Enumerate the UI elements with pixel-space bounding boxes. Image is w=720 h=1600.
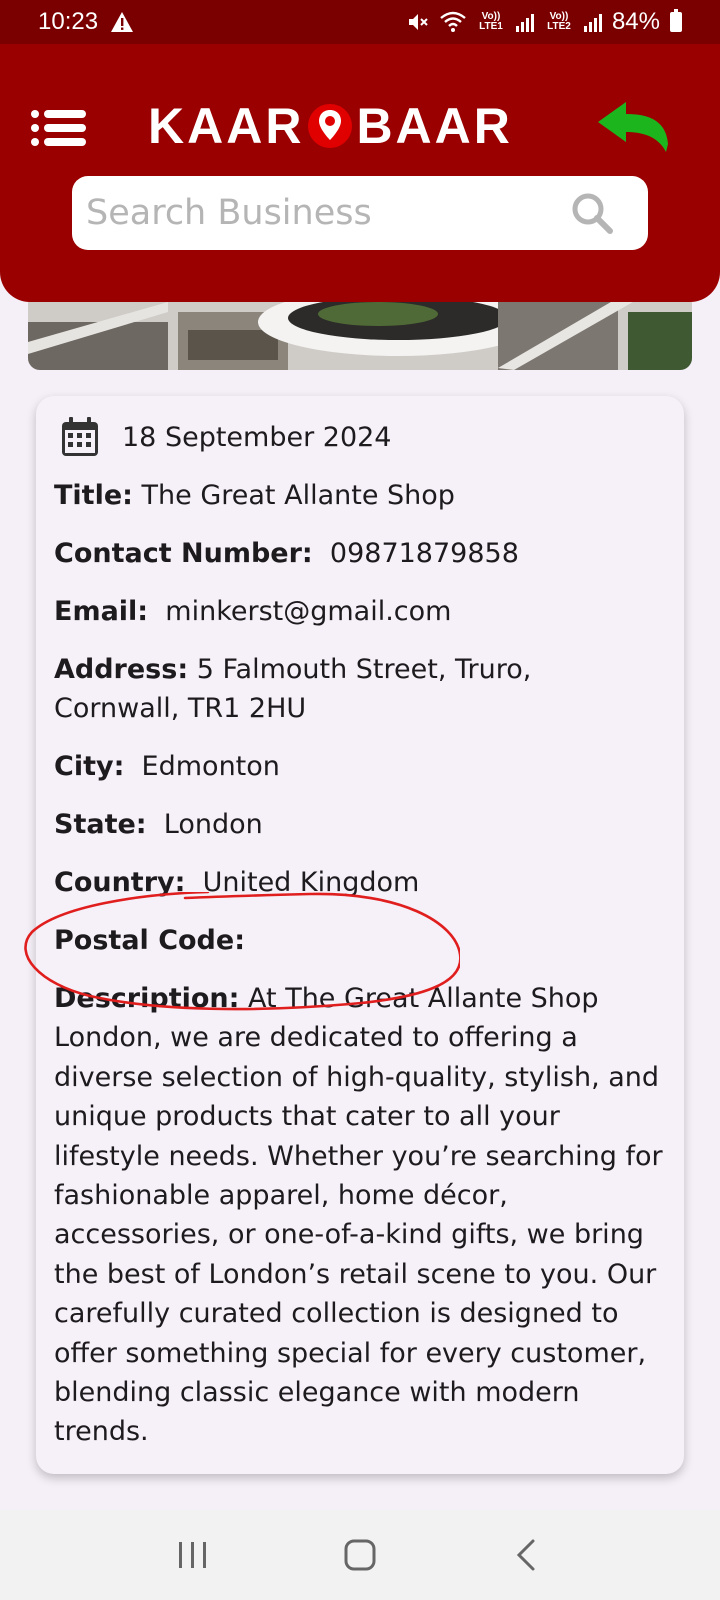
- mute-icon: [408, 14, 428, 30]
- search-bar[interactable]: [72, 176, 648, 250]
- field-label: Email:: [54, 596, 149, 627]
- calendar-icon: [62, 417, 98, 456]
- field-contact-number: Contact Number: 09871879858: [54, 534, 664, 573]
- field-label: Country:: [54, 867, 186, 898]
- menu-icon[interactable]: [30, 108, 88, 148]
- signal-icon: [583, 12, 602, 32]
- sim2-label: Vo)) LTE2: [547, 11, 571, 32]
- status-right: Vo)) LTE1 Vo)) LTE2 84%: [406, 8, 682, 36]
- app-header: KAAR BAAR: [0, 44, 720, 302]
- wifi-icon: [440, 11, 466, 32]
- field-description: Description: At The Great Allante Shop L…: [54, 979, 664, 1452]
- field-state: State: London: [54, 805, 664, 844]
- status-time: 10:23: [38, 8, 99, 35]
- field-label: Description:: [54, 983, 240, 1014]
- field-label: Title:: [54, 480, 133, 511]
- location-pin-icon: [308, 104, 353, 148]
- sim1-label: Vo)) LTE1: [479, 11, 503, 32]
- recents-icon[interactable]: [173, 1535, 213, 1575]
- status-left: 10:23: [38, 8, 134, 36]
- field-value: Edmonton: [141, 751, 280, 782]
- signal-icon: [515, 12, 534, 32]
- field-address: Address: 5 Falmouth Street, Truro, Cornw…: [54, 650, 664, 728]
- back-arrow-icon[interactable]: [596, 100, 674, 156]
- home-icon[interactable]: [340, 1535, 380, 1575]
- description-text: At The Great Allante Shop London, we are…: [54, 983, 663, 1448]
- date-row: 18 September 2024: [54, 414, 664, 460]
- field-postal-code: Postal Code:: [54, 921, 664, 960]
- brand-left: KAAR: [148, 98, 305, 154]
- business-detail-card: 18 September 2024 Title: The Great Allan…: [36, 396, 684, 1474]
- warning-icon: [111, 12, 134, 32]
- listing-fields: Title: The Great Allante Shop Contact Nu…: [54, 476, 664, 1452]
- system-nav-bar: [0, 1510, 720, 1600]
- status-bar: 10:23 Vo)) LTE1 Vo)) LTE2 84%: [0, 0, 720, 44]
- field-email: Email: minkerst@gmail.com: [54, 592, 664, 631]
- field-value: London: [163, 809, 263, 840]
- field-label: Address:: [54, 654, 189, 685]
- battery-percent: 84%: [611, 8, 660, 35]
- field-label: State:: [54, 809, 147, 840]
- field-country: Country: United Kingdom: [54, 863, 664, 902]
- search-icon[interactable]: [570, 191, 614, 235]
- field-label: City:: [54, 751, 125, 782]
- back-icon[interactable]: [507, 1535, 547, 1575]
- field-label: Contact Number:: [54, 538, 313, 569]
- field-value: 09871879858: [329, 538, 519, 569]
- field-value: United Kingdom: [202, 867, 420, 898]
- field-label: Postal Code:: [54, 925, 245, 956]
- field-value: minkerst@gmail.com: [165, 596, 452, 627]
- battery-icon: [670, 9, 682, 32]
- field-value: The Great Allante Shop: [141, 480, 455, 511]
- field-city: City: Edmonton: [54, 747, 664, 786]
- brand-logo: KAAR BAAR: [148, 96, 513, 156]
- search-input[interactable]: [86, 193, 526, 233]
- brand-right: BAAR: [356, 98, 513, 154]
- listing-date: 18 September 2024: [122, 421, 392, 453]
- field-title: Title: The Great Allante Shop: [54, 476, 664, 515]
